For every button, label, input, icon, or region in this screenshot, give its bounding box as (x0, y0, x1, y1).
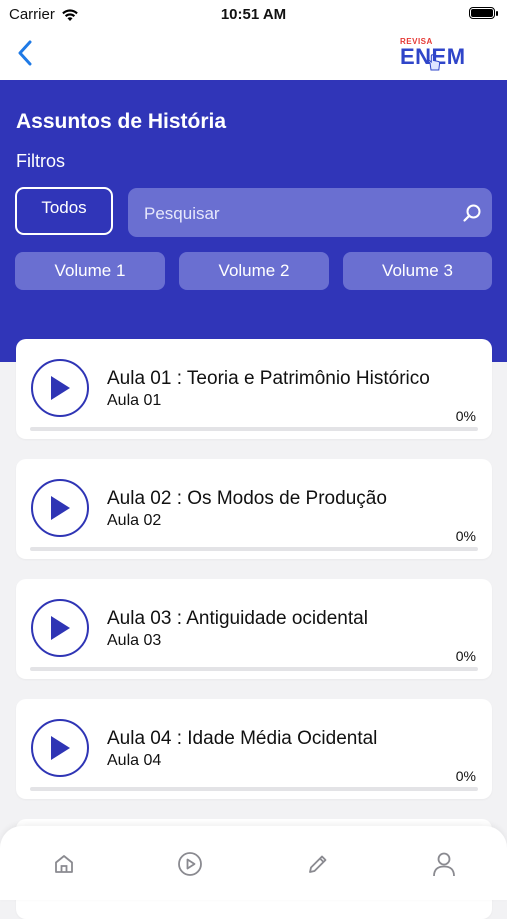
lesson-progress-bar (30, 427, 478, 431)
revisa-enem-logo: REVISA ENEM (400, 37, 468, 75)
clock: 10:51 AM (220, 6, 287, 23)
todos-filter-button[interactable]: Todos (15, 187, 113, 235)
play-button[interactable] (31, 599, 89, 657)
volume-1-button[interactable]: Volume 1 (15, 252, 165, 290)
home-icon (55, 855, 73, 873)
search-icon[interactable] (462, 203, 482, 223)
lesson-title: Aula 01 : Teoria e Patrimônio Histórico (107, 368, 430, 389)
user-icon (433, 852, 455, 877)
filters-header: Assuntos de História Filtros Todos Volum… (0, 80, 507, 362)
pencil-icon (309, 855, 327, 873)
hand-cursor-icon (427, 54, 441, 71)
play-icon (51, 496, 70, 520)
lesson-card[interactable]: Aula 02 : Os Modos de Produção Aula 02 0… (16, 459, 492, 559)
tab-home[interactable] (50, 850, 78, 878)
lesson-progress-percent: 0% (455, 648, 476, 664)
play-circle-icon (178, 852, 202, 876)
search-input[interactable] (142, 188, 456, 239)
volume-3-button[interactable]: Volume 3 (343, 252, 492, 290)
lesson-progress-percent: 0% (455, 408, 476, 424)
lesson-progress-bar (30, 547, 478, 551)
lesson-card[interactable]: Aula 03 : Antiguidade ocidental Aula 03 … (16, 579, 492, 679)
lesson-progress-bar (30, 787, 478, 791)
tab-videos[interactable] (176, 850, 204, 878)
lesson-card[interactable]: Aula 01 : Teoria e Patrimônio Histórico … (16, 339, 492, 439)
search-box (128, 188, 492, 239)
play-button[interactable] (31, 719, 89, 777)
lesson-progress-percent: 0% (455, 528, 476, 544)
play-button[interactable] (31, 479, 89, 537)
bottom-tab-bar (0, 826, 507, 900)
page-title: Assuntos de História (16, 110, 227, 133)
lesson-progress-bar (30, 667, 478, 671)
battery-icon (469, 7, 498, 19)
tab-profile[interactable] (430, 850, 458, 878)
status-bar: Carrier 10:51 AM (0, 0, 507, 28)
play-icon (51, 616, 70, 640)
lesson-subtitle: Aula 02 (107, 512, 162, 529)
play-button[interactable] (31, 359, 89, 417)
lesson-subtitle: Aula 03 (107, 632, 162, 649)
play-icon (51, 376, 70, 400)
lesson-progress-percent: 0% (455, 768, 476, 784)
lesson-title: Aula 02 : Os Modos de Produção (107, 488, 387, 509)
lesson-subtitle: Aula 04 (107, 752, 162, 769)
chevron-left-icon (18, 40, 32, 66)
play-icon (51, 736, 70, 760)
lesson-subtitle: Aula 01 (107, 392, 162, 409)
lesson-title: Aula 03 : Antiguidade ocidental (107, 608, 368, 629)
navigation-bar: REVISA ENEM (0, 28, 507, 80)
lesson-card[interactable]: Aula 04 : Idade Média Ocidental Aula 04 … (16, 699, 492, 799)
back-button[interactable] (10, 36, 40, 70)
lesson-title: Aula 04 : Idade Média Ocidental (107, 728, 378, 749)
volume-2-button[interactable]: Volume 2 (179, 252, 329, 290)
filters-label: Filtros (16, 151, 65, 171)
tab-exercises[interactable] (304, 850, 332, 878)
